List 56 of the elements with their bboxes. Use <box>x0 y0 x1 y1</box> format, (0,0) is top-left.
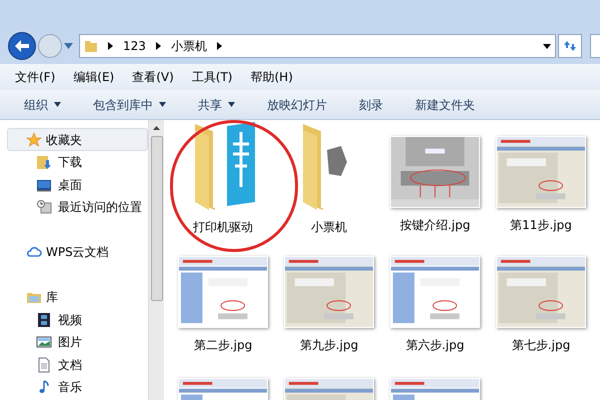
sidebar-item[interactable]: 视频 <box>7 308 148 331</box>
scroll-up-icon <box>153 126 160 130</box>
toolbar-button[interactable]: 新建文件夹 <box>415 96 475 114</box>
scrollbar-thumb[interactable] <box>150 136 162 301</box>
sidebar-item[interactable]: 文档 <box>7 354 148 376</box>
refresh-button[interactable] <box>558 34 582 58</box>
caret-icon <box>54 102 61 107</box>
star-icon <box>26 132 42 148</box>
sidebar-section-header[interactable]: 收藏夹 <box>7 128 148 151</box>
sidebar-section-header[interactable]: WPS云文档 <box>7 240 148 264</box>
menu-item[interactable]: 文件(F) <box>15 68 56 86</box>
file-name[interactable]: 第九步.jpg <box>300 336 358 354</box>
cloud-icon <box>26 244 42 260</box>
file-name[interactable]: 小票机 <box>311 218 347 236</box>
film-icon <box>36 312 52 328</box>
recent-places-icon <box>36 199 52 216</box>
file-name[interactable]: 第11步.jpg <box>510 216 572 234</box>
image-icon <box>36 334 52 350</box>
chevron-icon <box>216 42 222 50</box>
scrollbar[interactable] <box>148 120 164 400</box>
back-arrow-icon <box>15 40 29 52</box>
sidebar-item[interactable]: 图片 <box>7 331 148 354</box>
breadcrumb-item[interactable]: 小票机 <box>170 37 207 55</box>
sidebar-item[interactable]: 音乐 <box>7 376 148 398</box>
file-name[interactable]: 第六步.jpg <box>406 336 464 354</box>
menu-item[interactable]: 帮助(H) <box>250 68 293 86</box>
sidebar-item[interactable]: 最近访问的位置 <box>7 196 148 218</box>
caret-icon <box>228 102 235 107</box>
menu-item[interactable]: 编辑(E) <box>73 68 114 86</box>
dropdown-caret-icon <box>543 44 551 48</box>
menu-item[interactable]: 工具(T) <box>192 68 232 86</box>
file-name[interactable]: 打印机驱动 <box>193 218 253 236</box>
toolbar-button[interactable]: 共享 <box>198 96 235 114</box>
sidebar-section-header[interactable]: 库 <box>7 286 148 308</box>
toolbar-button[interactable]: 放映幻灯片 <box>267 96 327 114</box>
toolbar-button[interactable]: 组织 <box>24 96 61 114</box>
toolbar-button[interactable]: 包含到库中 <box>93 96 166 114</box>
document-icon <box>36 356 52 373</box>
file-name[interactable]: 按键介绍.jpg <box>400 216 470 234</box>
caret-icon <box>159 102 166 107</box>
sidebar-item[interactable]: 桌面 <box>7 174 148 196</box>
folder-icon <box>84 39 98 53</box>
menu-item[interactable]: 查看(V) <box>132 68 174 86</box>
file-name[interactable]: 第二步.jpg <box>194 336 252 354</box>
chevron-icon <box>156 42 161 50</box>
address-bar[interactable]: 123 小票机 <box>79 34 556 58</box>
refresh-icon <box>563 40 577 52</box>
chevron-icon <box>108 42 113 50</box>
file-name[interactable]: 第七步.jpg <box>512 336 570 354</box>
search-field[interactable] <box>590 34 600 58</box>
sidebar-item[interactable]: 下载 <box>7 151 148 174</box>
history-caret-icon <box>64 43 73 49</box>
back-button[interactable] <box>8 32 36 60</box>
breadcrumb-item[interactable]: 123 <box>123 37 146 55</box>
folder-download-icon <box>36 154 52 170</box>
toolbar-button[interactable]: 刻录 <box>359 96 383 114</box>
